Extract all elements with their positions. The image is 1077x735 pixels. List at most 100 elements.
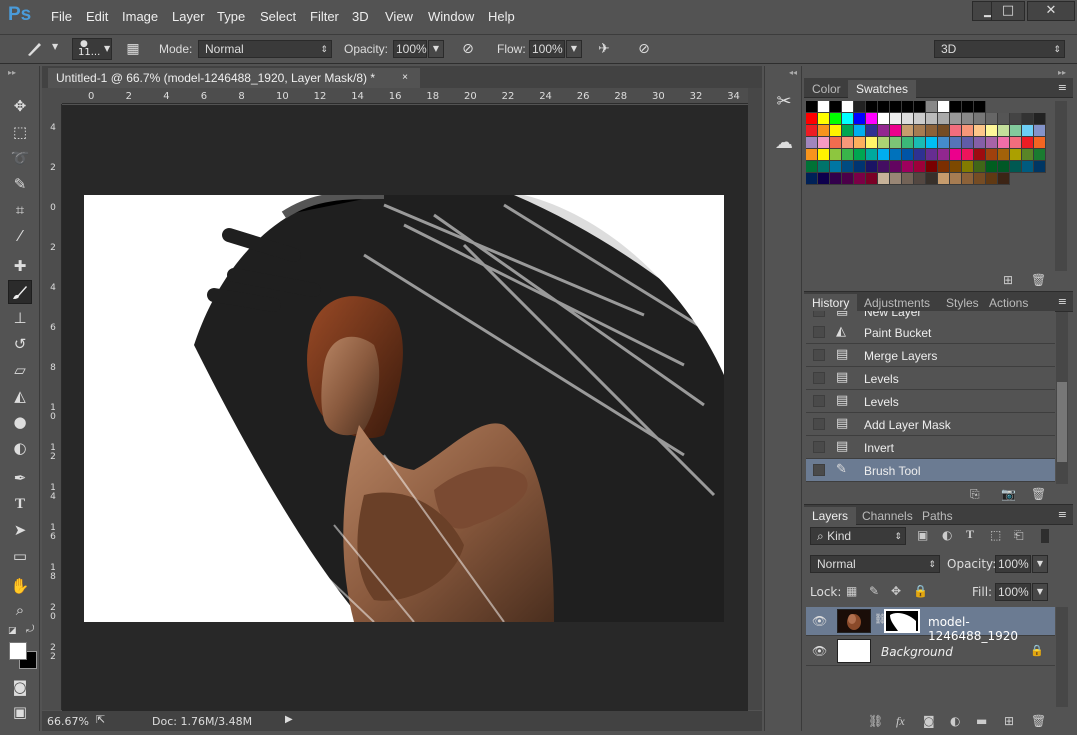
color-swatch[interactable]	[878, 173, 890, 185]
color-swatch[interactable]	[974, 149, 986, 161]
menu-image[interactable]: Image	[122, 9, 158, 24]
panel-menu-icon[interactable]: ≡	[1058, 81, 1067, 94]
color-swatch[interactable]	[878, 101, 890, 113]
color-swatch[interactable]	[926, 161, 938, 173]
layer-thumbnail[interactable]	[837, 609, 871, 633]
color-swatch[interactable]	[830, 161, 842, 173]
color-swatch[interactable]	[902, 173, 914, 185]
color-swatch[interactable]	[926, 149, 938, 161]
add-mask-icon[interactable]: ◙	[923, 714, 935, 728]
opacity-dropdown-icon[interactable]: ▼	[428, 40, 444, 58]
path-selection-tool-icon[interactable]: ➤	[8, 518, 32, 542]
color-swatch[interactable]	[890, 137, 902, 149]
lock-transparent-icon[interactable]: ▦	[846, 584, 857, 598]
color-swatch[interactable]	[1010, 149, 1022, 161]
color-swatch[interactable]	[866, 113, 878, 125]
color-swatch[interactable]	[998, 125, 1010, 137]
flow-field[interactable]: 100%	[529, 40, 565, 58]
history-state[interactable]: ▤ Add Layer Mask	[806, 413, 1055, 436]
crop-tool-icon[interactable]: ⌗	[8, 198, 32, 222]
lock-image-icon[interactable]: ✎	[869, 584, 879, 598]
create-snapshot-icon[interactable]: 📷	[1001, 487, 1016, 501]
lock-all-icon[interactable]: 🔒	[913, 584, 928, 598]
collapse-panels-icon[interactable]: ▸▸	[1058, 68, 1066, 77]
color-swatch[interactable]	[914, 149, 926, 161]
color-swatch[interactable]	[806, 149, 818, 161]
expand-dock-icon[interactable]: ◂◂	[789, 68, 797, 77]
color-swatch[interactable]	[842, 137, 854, 149]
color-swatch[interactable]	[926, 137, 938, 149]
color-swatch[interactable]	[1010, 125, 1022, 137]
healing-brush-tool-icon[interactable]: ✚	[8, 254, 32, 278]
color-swatch[interactable]	[830, 173, 842, 185]
eraser-tool-icon[interactable]: ▱	[8, 358, 32, 382]
color-swatch[interactable]	[914, 161, 926, 173]
color-swatch[interactable]	[902, 161, 914, 173]
layer-thumbnail[interactable]	[837, 639, 871, 663]
color-swatch[interactable]	[950, 149, 962, 161]
pressure-size-icon[interactable]: ⊘	[633, 38, 655, 60]
clone-stamp-tool-icon[interactable]: ⊥	[8, 306, 32, 330]
color-swatch[interactable]	[962, 125, 974, 137]
layer-filter-select[interactable]: ⌕ Kind ⇕	[810, 527, 906, 545]
close-tab-icon[interactable]: ×	[402, 68, 408, 88]
color-swatch[interactable]	[914, 137, 926, 149]
color-swatch[interactable]	[866, 125, 878, 137]
quick-selection-tool-icon[interactable]: ✎	[8, 172, 32, 196]
color-swatch[interactable]	[842, 161, 854, 173]
filter-shape-icon[interactable]: ⬚	[990, 528, 1001, 542]
eyedropper-tool-icon[interactable]: ⁄	[8, 224, 32, 248]
color-swatch[interactable]	[866, 149, 878, 161]
brush-size-picker[interactable]: ● 11... ▼	[72, 38, 112, 60]
color-swatch[interactable]	[902, 101, 914, 113]
color-swatch[interactable]	[830, 149, 842, 161]
color-swatch[interactable]	[998, 113, 1010, 125]
history-brush-tool-icon[interactable]: ↺	[8, 332, 32, 356]
color-swatch[interactable]	[926, 101, 938, 113]
color-swatch[interactable]	[914, 125, 926, 137]
new-group-icon[interactable]: ▬	[976, 714, 987, 728]
document-canvas[interactable]	[84, 195, 724, 622]
color-swatch[interactable]	[1034, 137, 1046, 149]
color-swatch[interactable]	[914, 101, 926, 113]
color-swatch[interactable]	[950, 125, 962, 137]
history-source-checkbox[interactable]	[813, 349, 825, 361]
tab-paths[interactable]: Paths	[914, 507, 961, 525]
color-swatch[interactable]	[962, 137, 974, 149]
history-state[interactable]: ◭ Paint Bucket	[806, 321, 1055, 344]
flow-dropdown-icon[interactable]: ▼	[566, 40, 582, 58]
color-swatch[interactable]	[962, 173, 974, 185]
ruler-origin[interactable]	[42, 88, 62, 104]
color-swatch[interactable]	[890, 149, 902, 161]
rectangle-tool-icon[interactable]: ▭	[8, 544, 32, 568]
color-swatch[interactable]	[962, 149, 974, 161]
color-swatch[interactable]	[890, 125, 902, 137]
color-swatch[interactable]	[806, 137, 818, 149]
blend-mode-select[interactable]: Normal ⇕	[810, 555, 940, 573]
tab-actions[interactable]: Actions	[981, 294, 1036, 312]
color-swatch[interactable]	[818, 149, 830, 161]
color-swatch[interactable]	[1010, 137, 1022, 149]
delete-swatch-icon[interactable]: 🗑	[1031, 273, 1046, 287]
color-swatch[interactable]	[818, 101, 830, 113]
tab-swatches[interactable]: Swatches	[848, 80, 917, 98]
color-swatch[interactable]	[830, 125, 842, 137]
menu-select[interactable]: Select	[260, 9, 296, 24]
menu-filter[interactable]: Filter	[310, 9, 339, 24]
workspace-select[interactable]: 3D ⇕	[934, 40, 1065, 58]
status-menu-arrow-icon[interactable]: ▶	[285, 714, 293, 725]
history-scrollbar-thumb[interactable]	[1057, 382, 1067, 462]
color-swatch[interactable]	[1010, 161, 1022, 173]
color-swatch[interactable]	[806, 173, 818, 185]
color-swatch[interactable]	[914, 113, 926, 125]
brush-panel-toggle-icon[interactable]: ▦	[122, 38, 144, 60]
new-adjustment-layer-icon[interactable]: ◐	[950, 714, 960, 728]
color-swatch[interactable]	[1022, 113, 1034, 125]
color-swatch[interactable]	[890, 161, 902, 173]
layer-mask-thumbnail[interactable]	[884, 609, 920, 633]
tab-adjustments[interactable]: Adjustments	[856, 294, 938, 312]
history-scrollbar[interactable]	[1056, 312, 1068, 484]
filter-toggle[interactable]	[1041, 529, 1049, 543]
new-document-from-state-icon[interactable]: ⎘	[970, 487, 980, 502]
tab-color[interactable]: Color	[804, 80, 849, 98]
